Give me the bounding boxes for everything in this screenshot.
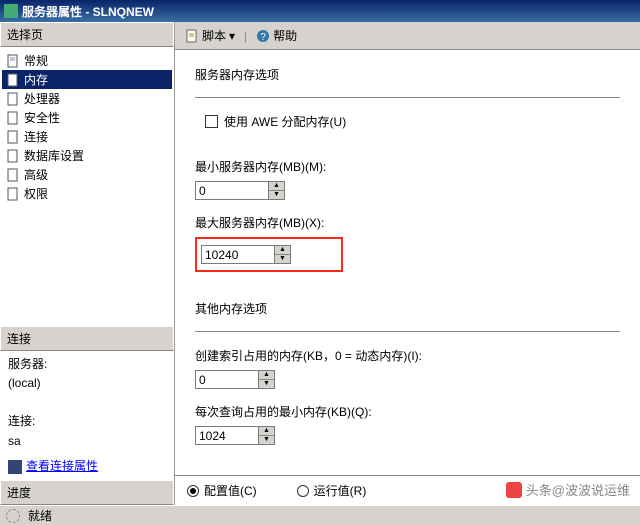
progress-header: 进度	[0, 480, 174, 505]
watermark: 头条@波波说运维	[506, 480, 630, 499]
page-icon	[6, 149, 20, 163]
max-memory-highlight: ▲▼	[195, 237, 343, 272]
other-memory-options-label: 其他内存选项	[195, 300, 620, 317]
page-icon	[6, 187, 20, 201]
dropdown-icon: ▾	[229, 29, 235, 43]
awe-checkbox[interactable]	[205, 115, 218, 128]
help-button[interactable]: ?帮助	[252, 25, 301, 46]
status-icon	[6, 509, 20, 523]
status-text: 就绪	[28, 507, 52, 524]
awe-label: 使用 AWE 分配内存(U)	[224, 113, 346, 130]
spin-down-icon[interactable]: ▼	[269, 191, 284, 199]
watermark-logo-icon	[506, 482, 522, 498]
properties-icon	[8, 460, 22, 474]
help-icon: ?	[256, 29, 270, 43]
spin-down-icon[interactable]: ▼	[275, 255, 290, 263]
spin-down-icon[interactable]: ▼	[259, 436, 274, 444]
sidebar-item-permissions[interactable]: 权限	[2, 184, 172, 203]
sidebar-item-advanced[interactable]: 高级	[2, 165, 172, 184]
connection-value: sa	[8, 432, 166, 451]
index-memory-input[interactable]	[195, 370, 259, 389]
titlebar: 服务器属性 - SLNQNEW	[0, 0, 640, 22]
script-button[interactable]: 脚本 ▾	[181, 25, 239, 46]
svg-text:?: ?	[260, 32, 266, 43]
query-memory-input[interactable]	[195, 426, 259, 445]
sidebar-item-memory[interactable]: 内存	[2, 70, 172, 89]
spin-up-icon[interactable]: ▲	[275, 246, 290, 255]
spin-down-icon[interactable]: ▼	[259, 380, 274, 388]
index-memory-label: 创建索引占用的内存(KB，0 = 动态内存)(I):	[195, 347, 620, 364]
configured-radio-row[interactable]: 配置值(C)	[187, 482, 257, 499]
running-radio[interactable]	[297, 485, 309, 497]
sidebar-item-processors[interactable]: 处理器	[2, 89, 172, 108]
connection-body: 服务器: (local) 连接: sa 查看连接属性	[0, 351, 174, 480]
page-icon	[6, 73, 20, 87]
toolbar: 脚本 ▾ | ?帮助	[175, 22, 640, 50]
app-icon	[4, 4, 18, 18]
max-memory-label: 最大服务器内存(MB)(X):	[195, 214, 620, 231]
view-connection-properties-link[interactable]: 查看连接属性	[26, 459, 98, 473]
page-icon	[6, 130, 20, 144]
spin-up-icon[interactable]: ▲	[269, 182, 284, 191]
select-page-header: 选择页	[0, 22, 174, 47]
index-memory-spinner[interactable]: ▲▼	[195, 370, 275, 389]
query-memory-spinner[interactable]: ▲▼	[195, 426, 275, 445]
min-memory-label: 最小服务器内存(MB)(M):	[195, 158, 620, 175]
spin-up-icon[interactable]: ▲	[259, 371, 274, 380]
connection-header: 连接	[0, 326, 174, 351]
statusbar: 就绪	[0, 505, 640, 525]
max-memory-spinner[interactable]: ▲▼	[201, 245, 291, 264]
min-memory-input[interactable]	[195, 181, 269, 200]
content: 脚本 ▾ | ?帮助 服务器内存选项 使用 AWE 分配内存(U) 最小服务器内…	[175, 22, 640, 505]
max-memory-input[interactable]	[201, 245, 275, 264]
separator: |	[244, 29, 247, 43]
page-icon	[6, 92, 20, 106]
sidebar-item-general[interactable]: 常规	[2, 51, 172, 70]
query-memory-label: 每次查询占用的最小内存(KB)(Q):	[195, 403, 620, 420]
server-memory-options-label: 服务器内存选项	[195, 66, 620, 83]
script-icon	[185, 29, 199, 43]
running-radio-row[interactable]: 运行值(R)	[297, 482, 367, 499]
sidebar-item-security[interactable]: 安全性	[2, 108, 172, 127]
min-memory-spinner[interactable]: ▲▼	[195, 181, 285, 200]
connection-label: 连接:	[8, 412, 166, 431]
sidebar: 选择页 常规 内存 处理器 安全性 连接 数据库设置 高级 权限 连接 服务器:…	[0, 22, 175, 505]
spin-up-icon[interactable]: ▲	[259, 427, 274, 436]
page-icon	[6, 54, 20, 68]
sidebar-item-database[interactable]: 数据库设置	[2, 146, 172, 165]
sidebar-item-connections[interactable]: 连接	[2, 127, 172, 146]
page-tree: 常规 内存 处理器 安全性 连接 数据库设置 高级 权限	[0, 47, 174, 326]
server-label: 服务器:	[8, 355, 166, 374]
server-value: (local)	[8, 374, 166, 393]
configured-radio[interactable]	[187, 485, 199, 497]
page-icon	[6, 168, 20, 182]
page-icon	[6, 111, 20, 125]
window-title: 服务器属性 - SLNQNEW	[22, 3, 154, 20]
